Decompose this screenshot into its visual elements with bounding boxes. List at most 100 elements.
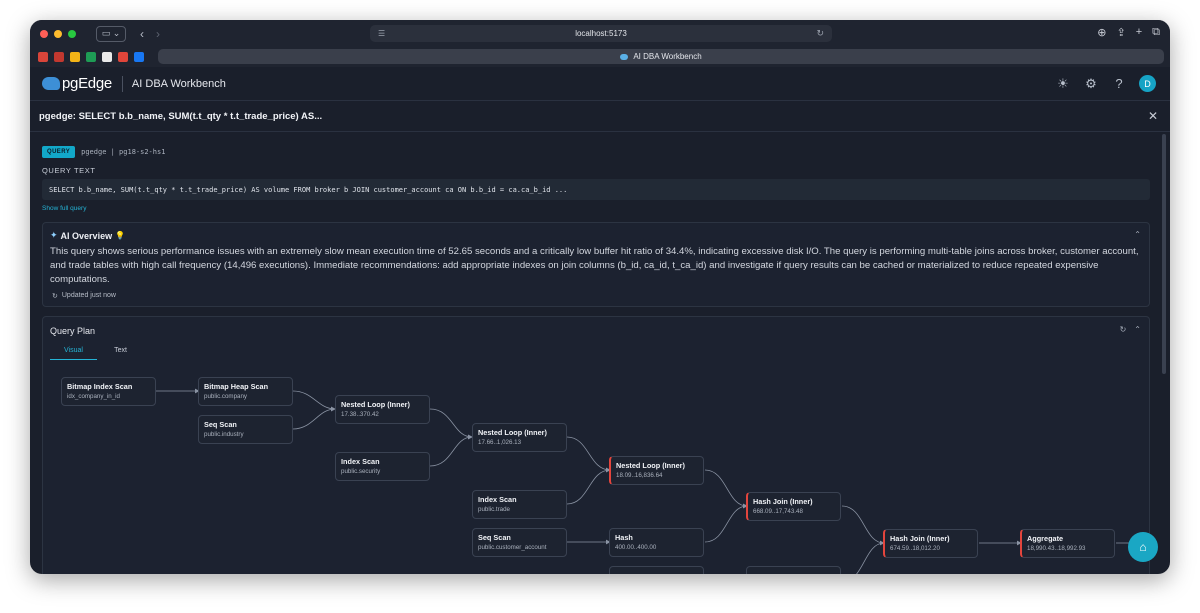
browser-tabbar: AI DBA Workbench xyxy=(30,47,1170,67)
window-controls xyxy=(40,29,76,38)
plan-node-partial-lower-2[interactable] xyxy=(746,566,841,574)
share-icon[interactable]: ⇪ xyxy=(1116,26,1125,39)
plan-node-index-scan-trade[interactable]: Index Scan public.trade xyxy=(472,490,567,519)
plan-node-aggregate[interactable]: Aggregate 18,990.43..18,992.93 xyxy=(1020,529,1115,558)
elephant-logo-icon xyxy=(42,77,60,90)
refresh-icon[interactable]: ↻ xyxy=(1120,325,1127,334)
plan-node-partial-lower-1[interactable] xyxy=(609,566,704,574)
active-tab[interactable]: AI DBA Workbench xyxy=(158,49,1164,64)
plan-node-hash-join-2[interactable]: Hash Join (Inner) 674.59..18,012.20 xyxy=(883,529,978,558)
chevron-up-icon[interactable]: ⌃ xyxy=(1134,325,1141,334)
app-icon[interactable] xyxy=(118,52,128,62)
plan-node-detail: 18,990.43..18,992.93 xyxy=(1027,545,1086,552)
theme-toggle-icon[interactable]: ☀ xyxy=(1055,76,1071,92)
address-text: localhost:5173 xyxy=(575,29,627,38)
edge-nested-loop-2-to-3 xyxy=(566,436,611,473)
query-badge: QUERY xyxy=(42,146,76,158)
tab-title: AI DBA Workbench xyxy=(633,52,702,61)
edge-industry-to-nested-loop-1 xyxy=(292,406,336,430)
robot-icon: ⌂ xyxy=(1139,540,1147,554)
tab-overview-icon[interactable]: ⧉ xyxy=(1152,26,1160,39)
close-window-button[interactable] xyxy=(40,29,48,38)
ai-overview-title: AI Overview xyxy=(60,230,113,241)
query-text-box: SELECT b.b_name, SUM(t.t_qty * t.t_trade… xyxy=(42,179,1150,200)
plan-node-hash[interactable]: Hash 400.00..400.00 xyxy=(609,528,704,557)
plan-node-title: Aggregate xyxy=(1027,534,1064,543)
plan-node-title: Nested Loop (Inner) xyxy=(341,400,410,409)
sidebar-toggle-icon[interactable]: ▭ ⌄ xyxy=(96,25,126,42)
ai-overview-card: ✦ AI Overview 💡 ⌃ This query shows serio… xyxy=(42,222,1150,307)
pinned-tabs xyxy=(38,52,144,62)
query-plan-title: Query Plan xyxy=(50,326,96,336)
tab-text[interactable]: Text xyxy=(97,347,144,360)
gmail-icon[interactable] xyxy=(38,52,48,62)
new-tab-icon[interactable]: + xyxy=(1136,26,1142,39)
header-divider xyxy=(121,75,123,92)
plan-node-nested-loop-1[interactable]: Nested Loop (Inner) 17.38..370.42 xyxy=(335,395,430,424)
plan-node-title: Index Scan xyxy=(341,457,380,466)
chevron-up-icon[interactable]: ⌃ xyxy=(1134,230,1141,239)
gmail-icon[interactable] xyxy=(54,52,64,62)
ai-updated-text: Updated just now xyxy=(61,292,116,299)
plan-node-title: Seq Scan xyxy=(478,533,511,542)
plan-node-title: Index Scan xyxy=(478,495,517,504)
plan-node-hash-join-1[interactable]: Hash Join (Inner) 668.09..17,743.48 xyxy=(746,492,841,521)
content-scrollbar[interactable] xyxy=(1162,134,1166,374)
query-source: pgedge | pg18-s2-hs1 xyxy=(81,148,166,156)
pgedge-logo[interactable]: pgEdge xyxy=(42,75,112,92)
plan-node-title: Bitmap Heap Scan xyxy=(204,382,269,391)
edge-heap-to-nested-loop-1 xyxy=(292,390,336,412)
show-full-query-link[interactable]: Show full query xyxy=(42,205,86,212)
close-icon[interactable]: ✕ xyxy=(1148,109,1158,123)
minimize-window-button[interactable] xyxy=(54,29,62,38)
plan-node-bitmap-index-scan[interactable]: Bitmap Index Scan idx_company_in_id xyxy=(61,377,156,406)
reload-icon[interactable]: ↻ xyxy=(816,28,824,39)
plan-node-detail: public.trade xyxy=(478,506,510,513)
query-plan-graph: Bitmap Index Scan idx_company_in_id Bitm… xyxy=(43,367,1149,574)
plan-node-detail: 674.59..18,012.20 xyxy=(890,545,940,552)
edge-nested-loop-3-to-hash-join-1 xyxy=(704,469,748,509)
tab-visual[interactable]: Visual xyxy=(50,347,97,360)
plan-node-title: Bitmap Index Scan xyxy=(67,382,133,391)
plan-node-title: Hash Join (Inner) xyxy=(890,534,950,543)
avatar[interactable]: D xyxy=(1139,75,1156,92)
address-bar[interactable]: ☰ localhost:5173 ↻ xyxy=(370,25,832,42)
plan-node-detail: 17.66..1,026.13 xyxy=(478,439,522,446)
app-header: pgEdge AI DBA Workbench ☀ ⚙ ? D xyxy=(30,67,1170,101)
plan-node-title: Hash Join (Inner) xyxy=(753,497,813,506)
plan-node-seq-scan-industry[interactable]: Seq Scan public.industry xyxy=(198,415,293,444)
plan-node-detail: 400.00..400.00 xyxy=(615,544,657,551)
plan-node-detail: idx_company_in_id xyxy=(67,393,120,400)
site-info-icon[interactable]: ☰ xyxy=(378,29,385,38)
edge-hash-join-1-to-2 xyxy=(841,505,885,546)
facebook-icon[interactable] xyxy=(134,52,144,62)
refresh-icon: ↻ xyxy=(52,293,58,300)
browser-window: ▭ ⌄ ‹ › ☰ localhost:5173 ↻ ⊕ ⇪ + ⧉ AI DB… xyxy=(30,20,1170,574)
download-icon[interactable]: ⊕ xyxy=(1097,26,1106,39)
ai-updated-status: ↻ Updated just now xyxy=(52,292,116,300)
plan-node-detail: 18.09..16,836.64 xyxy=(616,472,663,479)
edge-security-to-nested-loop-2 xyxy=(429,434,473,467)
brand-name: pgEdge xyxy=(62,75,112,92)
plan-node-bitmap-heap-scan[interactable]: Bitmap Heap Scan public.company xyxy=(198,377,293,406)
plan-node-title: Nested Loop (Inner) xyxy=(616,461,685,470)
app-icon[interactable] xyxy=(102,52,112,62)
ai-assistant-button[interactable]: ⌂ xyxy=(1128,532,1158,562)
plan-node-nested-loop-3[interactable]: Nested Loop (Inner) 18.09..16,836.64 xyxy=(609,456,704,485)
help-icon[interactable]: ? xyxy=(1111,76,1127,91)
zoom-window-button[interactable] xyxy=(68,29,76,38)
plan-node-detail: public.security xyxy=(341,468,381,475)
plan-node-index-scan-security[interactable]: Index Scan public.security xyxy=(335,452,430,481)
query-detail-header: pgedge: SELECT b.b_name, SUM(t.t_qty * t… xyxy=(30,101,1170,132)
drive-icon[interactable] xyxy=(86,52,96,62)
forward-arrow-icon[interactable]: › xyxy=(156,27,160,41)
drive-icon[interactable] xyxy=(70,52,80,62)
plan-node-nested-loop-2[interactable]: Nested Loop (Inner) 17.66..1,026.13 xyxy=(472,423,567,452)
gear-icon[interactable]: ⚙ xyxy=(1083,76,1099,92)
query-detail-title: pgedge: SELECT b.b_name, SUM(t.t_qty * t… xyxy=(39,110,323,122)
query-detail-content: QUERY pgedge | pg18-s2-hs1 QUERY TEXT SE… xyxy=(30,132,1156,574)
plan-node-detail: public.company xyxy=(204,393,247,400)
edge-trade-to-nested-loop-3 xyxy=(566,467,611,505)
back-arrow-icon[interactable]: ‹ xyxy=(140,27,144,41)
plan-node-seq-scan-customer-account[interactable]: Seq Scan public.customer_account xyxy=(472,528,567,557)
